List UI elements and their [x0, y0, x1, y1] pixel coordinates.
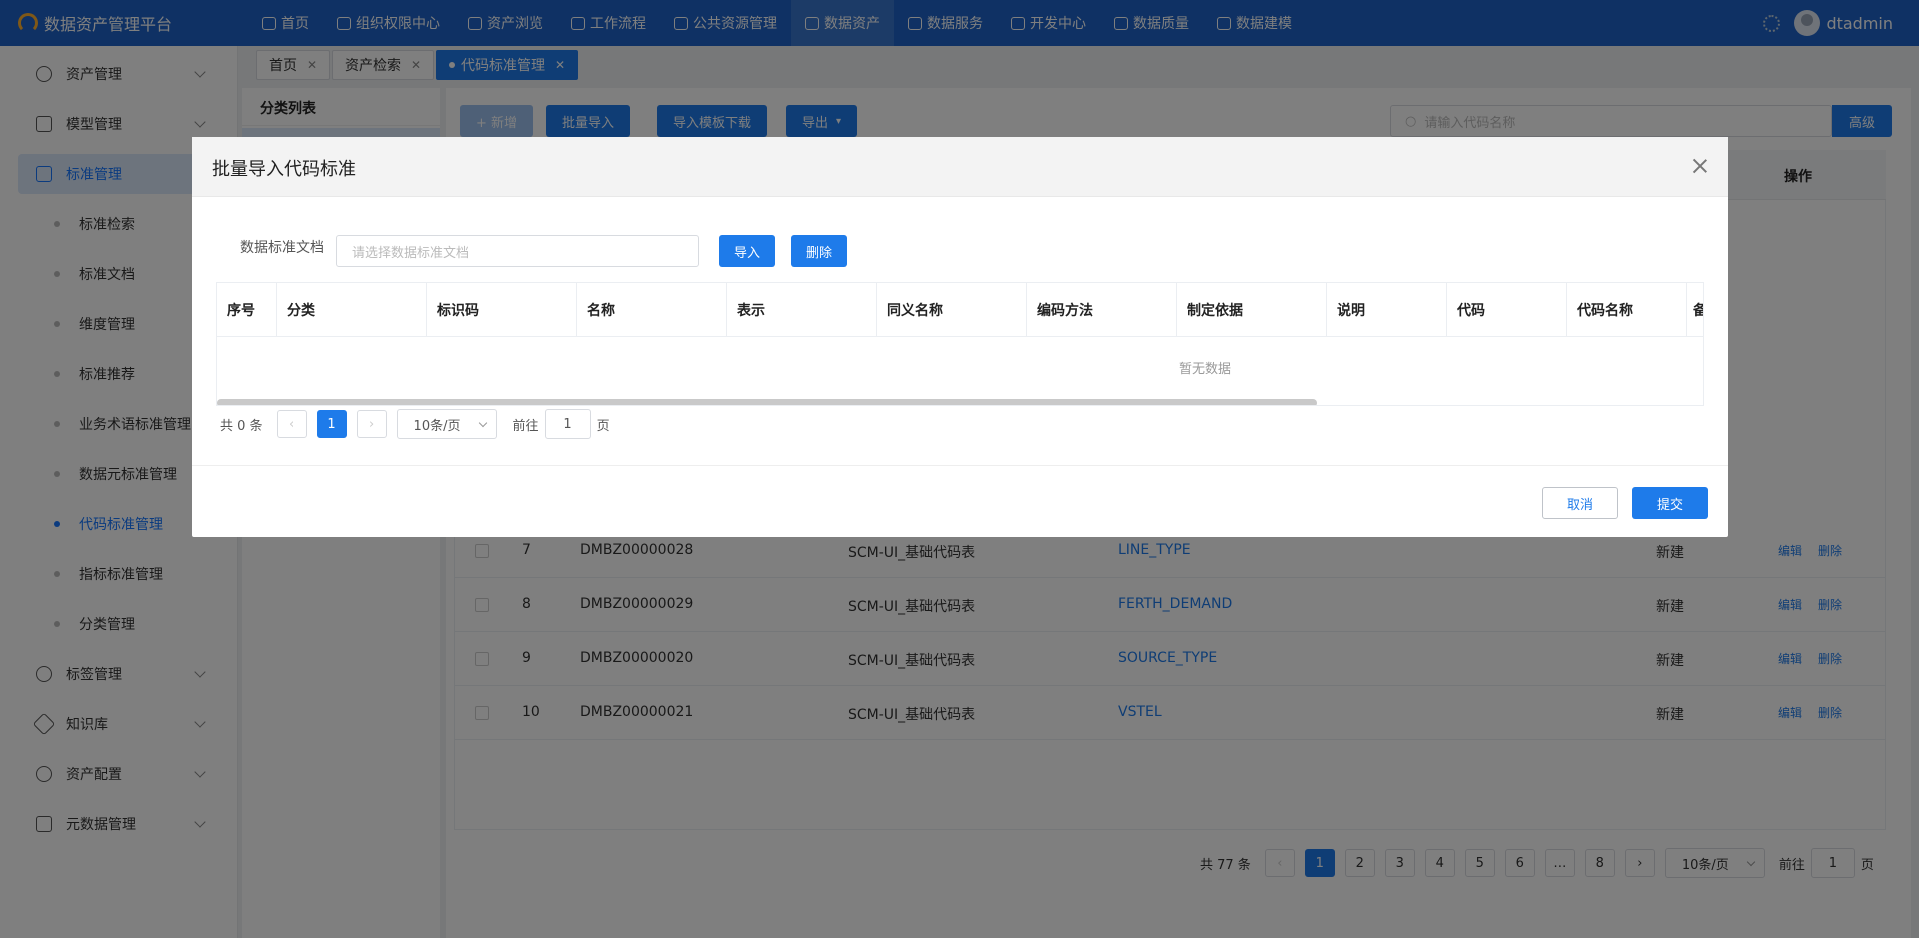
next-page-button[interactable]: ›: [356, 410, 387, 438]
column-header: 同义名称: [877, 283, 1027, 337]
total-count: 共 0 条: [220, 418, 263, 434]
column-header: 名称: [577, 283, 727, 337]
import-button[interactable]: 导入: [719, 235, 775, 267]
page-size-select[interactable]: 10条/页: [396, 409, 497, 439]
table-header: 序号 分类 标识码 名称 表示 同义名称 编码方法 制定依据 说明 代码 代码名…: [217, 283, 1703, 337]
doc-select-input[interactable]: 请选择数据标准文档: [336, 235, 699, 267]
doc-field-label: 数据标准文档: [240, 240, 324, 256]
column-header: 表示: [727, 283, 877, 337]
horizontal-scrollbar[interactable]: [217, 399, 1317, 405]
import-preview-table: 序号 分类 标识码 名称 表示 同义名称 编码方法 制定依据 说明 代码 代码名…: [216, 282, 1704, 406]
page-button[interactable]: 1: [316, 410, 347, 438]
delete-button[interactable]: 删除: [791, 235, 847, 267]
column-header: 说明: [1327, 283, 1447, 337]
column-header: 备: [1687, 283, 1703, 337]
chevron-down-icon: [478, 418, 487, 428]
dialog-header: [192, 137, 1728, 197]
dialog-footer: [192, 465, 1728, 537]
dialog-pagination: 共 0 条 ‹ 1 › 10条/页 前往 1 页: [220, 409, 610, 439]
cancel-button[interactable]: 取消: [1542, 487, 1618, 519]
empty-state: 暂无数据: [1178, 361, 1231, 377]
goto-page-input[interactable]: 1: [544, 409, 591, 439]
prev-page-button[interactable]: ‹: [276, 410, 307, 438]
batch-import-dialog: 批量导入代码标准 数据标准文档 请选择数据标准文档 导入 删除 序号 分类 标识…: [192, 137, 1728, 537]
column-header: 代码名称: [1567, 283, 1687, 337]
column-header: 分类: [277, 283, 427, 337]
column-header: 标识码: [427, 283, 577, 337]
column-header: 序号: [217, 283, 277, 337]
column-header: 编码方法: [1027, 283, 1177, 337]
column-header: 制定依据: [1177, 283, 1327, 337]
submit-button[interactable]: 提交: [1632, 487, 1708, 519]
dialog-title: 批量导入代码标准: [212, 159, 356, 180]
close-icon[interactable]: [1689, 155, 1711, 177]
column-header: 代码: [1447, 283, 1567, 337]
